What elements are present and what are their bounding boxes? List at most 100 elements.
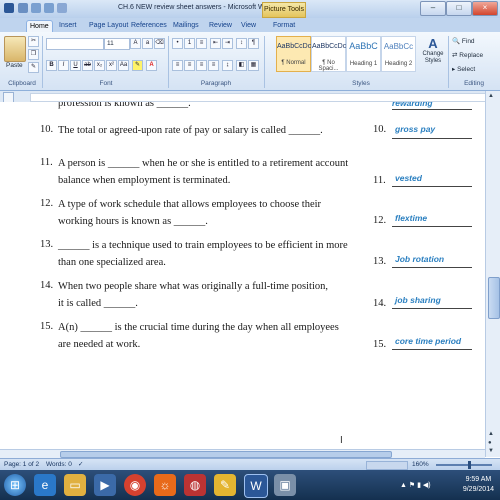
tab-view[interactable]: View [238, 20, 259, 32]
tab-page-layout[interactable]: Page Layout [86, 20, 131, 32]
italic-icon[interactable]: I [58, 60, 69, 71]
bullets-icon[interactable]: • [172, 38, 183, 49]
internet-explorer-icon[interactable]: e [34, 474, 56, 496]
format-painter-icon[interactable]: ✎ [28, 62, 39, 73]
app-icon[interactable]: ▣ [274, 474, 296, 496]
view-buttons[interactable] [366, 461, 408, 470]
tab-review[interactable]: Review [206, 20, 235, 32]
vertical-scroll-thumb[interactable] [488, 277, 500, 319]
picture-tools-tab[interactable]: Picture Tools [262, 2, 306, 18]
system-clock[interactable]: 9:59 AM 9/29/2014 [463, 475, 494, 495]
line-spacing-icon[interactable]: ↨ [222, 60, 233, 71]
change-case-icon[interactable]: Aa [118, 60, 129, 71]
sort-icon[interactable]: ↕ [236, 38, 247, 49]
horizontal-scroll-thumb[interactable] [60, 451, 392, 458]
change-styles-icon: A [428, 36, 438, 51]
tray-icons[interactable]: ▲ ⚑ ▮ ◀) [400, 481, 431, 489]
decrease-indent-icon[interactable]: ⇤ [210, 38, 221, 49]
page-indicator[interactable]: Page: 1 of 2 [4, 461, 39, 468]
superscript-icon[interactable]: x² [106, 60, 117, 71]
show-formatting-icon[interactable]: ¶ [248, 38, 259, 49]
app-icon[interactable]: ◍ [184, 474, 206, 496]
underline-icon[interactable]: U [70, 60, 81, 71]
align-left-icon[interactable]: ≡ [172, 60, 183, 71]
ribbon: Paste ✂ ❐ ✎ Clipboard 11 A a ⌫ B I U ab … [0, 32, 500, 91]
paste-icon[interactable] [4, 36, 26, 62]
previous-page-icon[interactable]: ▲ [488, 431, 494, 437]
justify-icon[interactable]: ≡ [208, 60, 219, 71]
word-logo-icon[interactable] [4, 3, 14, 13]
paragraph-group-label: Paragraph [200, 80, 232, 87]
multilevel-list-icon[interactable]: ≡ [196, 38, 207, 49]
browse-object-icon[interactable]: ● [488, 440, 492, 446]
font-color-icon[interactable]: A [146, 60, 157, 71]
align-right-icon[interactable]: ≡ [196, 60, 207, 71]
zoom-slider-handle[interactable] [468, 461, 471, 469]
question-text: are needed at work. [58, 339, 141, 350]
undo-icon[interactable] [31, 3, 41, 13]
tab-mailings[interactable]: Mailings [170, 20, 202, 32]
clock-date: 9/29/2014 [462, 486, 494, 493]
style-heading-2[interactable]: AaBbCc Heading 2 [381, 36, 416, 72]
style-name: Heading 1 [349, 61, 378, 67]
replace-button[interactable]: ⇄ Replace [452, 51, 483, 59]
style-heading-1[interactable]: AaBbC Heading 1 [346, 36, 381, 72]
style-no-spacing[interactable]: AaBbCcDc ¶ No Spaci... [311, 36, 346, 72]
tab-format[interactable]: Format [270, 20, 298, 32]
style-sample: AaBbCcDc [277, 43, 312, 50]
next-page-icon[interactable]: ▼ [488, 448, 494, 454]
style-normal[interactable]: AaBbCcDc ¶ Normal [276, 36, 311, 72]
paste-button-label[interactable]: Paste [6, 62, 23, 69]
answer-line [392, 109, 472, 110]
word-taskbar-icon[interactable]: W [244, 474, 268, 498]
numbering-icon[interactable]: 1 [184, 38, 195, 49]
answer-text: flextime [395, 213, 428, 223]
zoom-level[interactable]: 160% [412, 461, 429, 468]
save-icon[interactable] [18, 3, 28, 13]
grow-font-icon[interactable]: A [130, 38, 141, 49]
redo-icon[interactable] [44, 3, 54, 13]
document-page[interactable]: profession is known as ______. rewarding… [0, 102, 485, 457]
question-text: A type of work schedule that allows empl… [58, 199, 322, 210]
tab-insert[interactable]: Insert [56, 20, 80, 32]
change-styles-button[interactable]: A Change Styles [422, 36, 444, 76]
increase-indent-icon[interactable]: ⇥ [222, 38, 233, 49]
chrome-icon[interactable]: ◉ [124, 474, 146, 496]
shrink-font-icon[interactable]: a [142, 38, 153, 49]
start-button-icon[interactable]: ⊞ [4, 474, 26, 496]
zoom-slider[interactable] [436, 464, 492, 466]
shading-icon[interactable]: ◧ [236, 60, 247, 71]
notes-app-icon[interactable]: ✎ [214, 474, 236, 496]
strikethrough-icon[interactable]: ab [82, 60, 93, 71]
cut-icon[interactable]: ✂ [28, 36, 39, 47]
close-button[interactable]: × [472, 1, 498, 16]
font-group-label: Font [99, 80, 113, 87]
font-name-field[interactable] [46, 38, 104, 50]
tab-references[interactable]: References [128, 20, 170, 32]
vertical-scrollbar[interactable]: ▲ ▲ ● ▼ [485, 91, 500, 457]
font-size-field[interactable]: 11 [104, 38, 130, 50]
find-button[interactable]: 🔍 Find [452, 37, 475, 45]
scroll-up-icon[interactable]: ▲ [488, 93, 494, 99]
bold-icon[interactable]: B [46, 60, 57, 71]
maximize-button[interactable]: □ [446, 1, 472, 16]
subscript-icon[interactable]: x₂ [94, 60, 105, 71]
quick-access-dropdown-icon[interactable] [57, 3, 67, 13]
proofing-icon[interactable]: ✓ [78, 460, 83, 468]
style-name: ¶ Normal [281, 60, 306, 66]
highlight-icon[interactable]: ✎ [132, 60, 143, 71]
file-explorer-icon[interactable]: ▭ [64, 474, 86, 496]
media-player-icon[interactable]: ▶ [94, 474, 116, 496]
copy-icon[interactable]: ❐ [28, 49, 39, 60]
minimize-button[interactable]: – [420, 1, 446, 16]
question-number: 14. [40, 280, 54, 291]
word-count[interactable]: Words: 0 [46, 461, 72, 468]
firefox-icon[interactable]: ☼ [154, 474, 176, 496]
divider [448, 36, 449, 88]
clear-formatting-icon[interactable]: ⌫ [154, 38, 165, 49]
select-button[interactable]: ▸ Select [452, 65, 475, 73]
question-text-fragment: profession is known as ______. [58, 102, 191, 109]
align-center-icon[interactable]: ≡ [184, 60, 195, 71]
horizontal-scrollbar[interactable] [0, 449, 485, 458]
borders-icon[interactable]: ▦ [248, 60, 259, 71]
